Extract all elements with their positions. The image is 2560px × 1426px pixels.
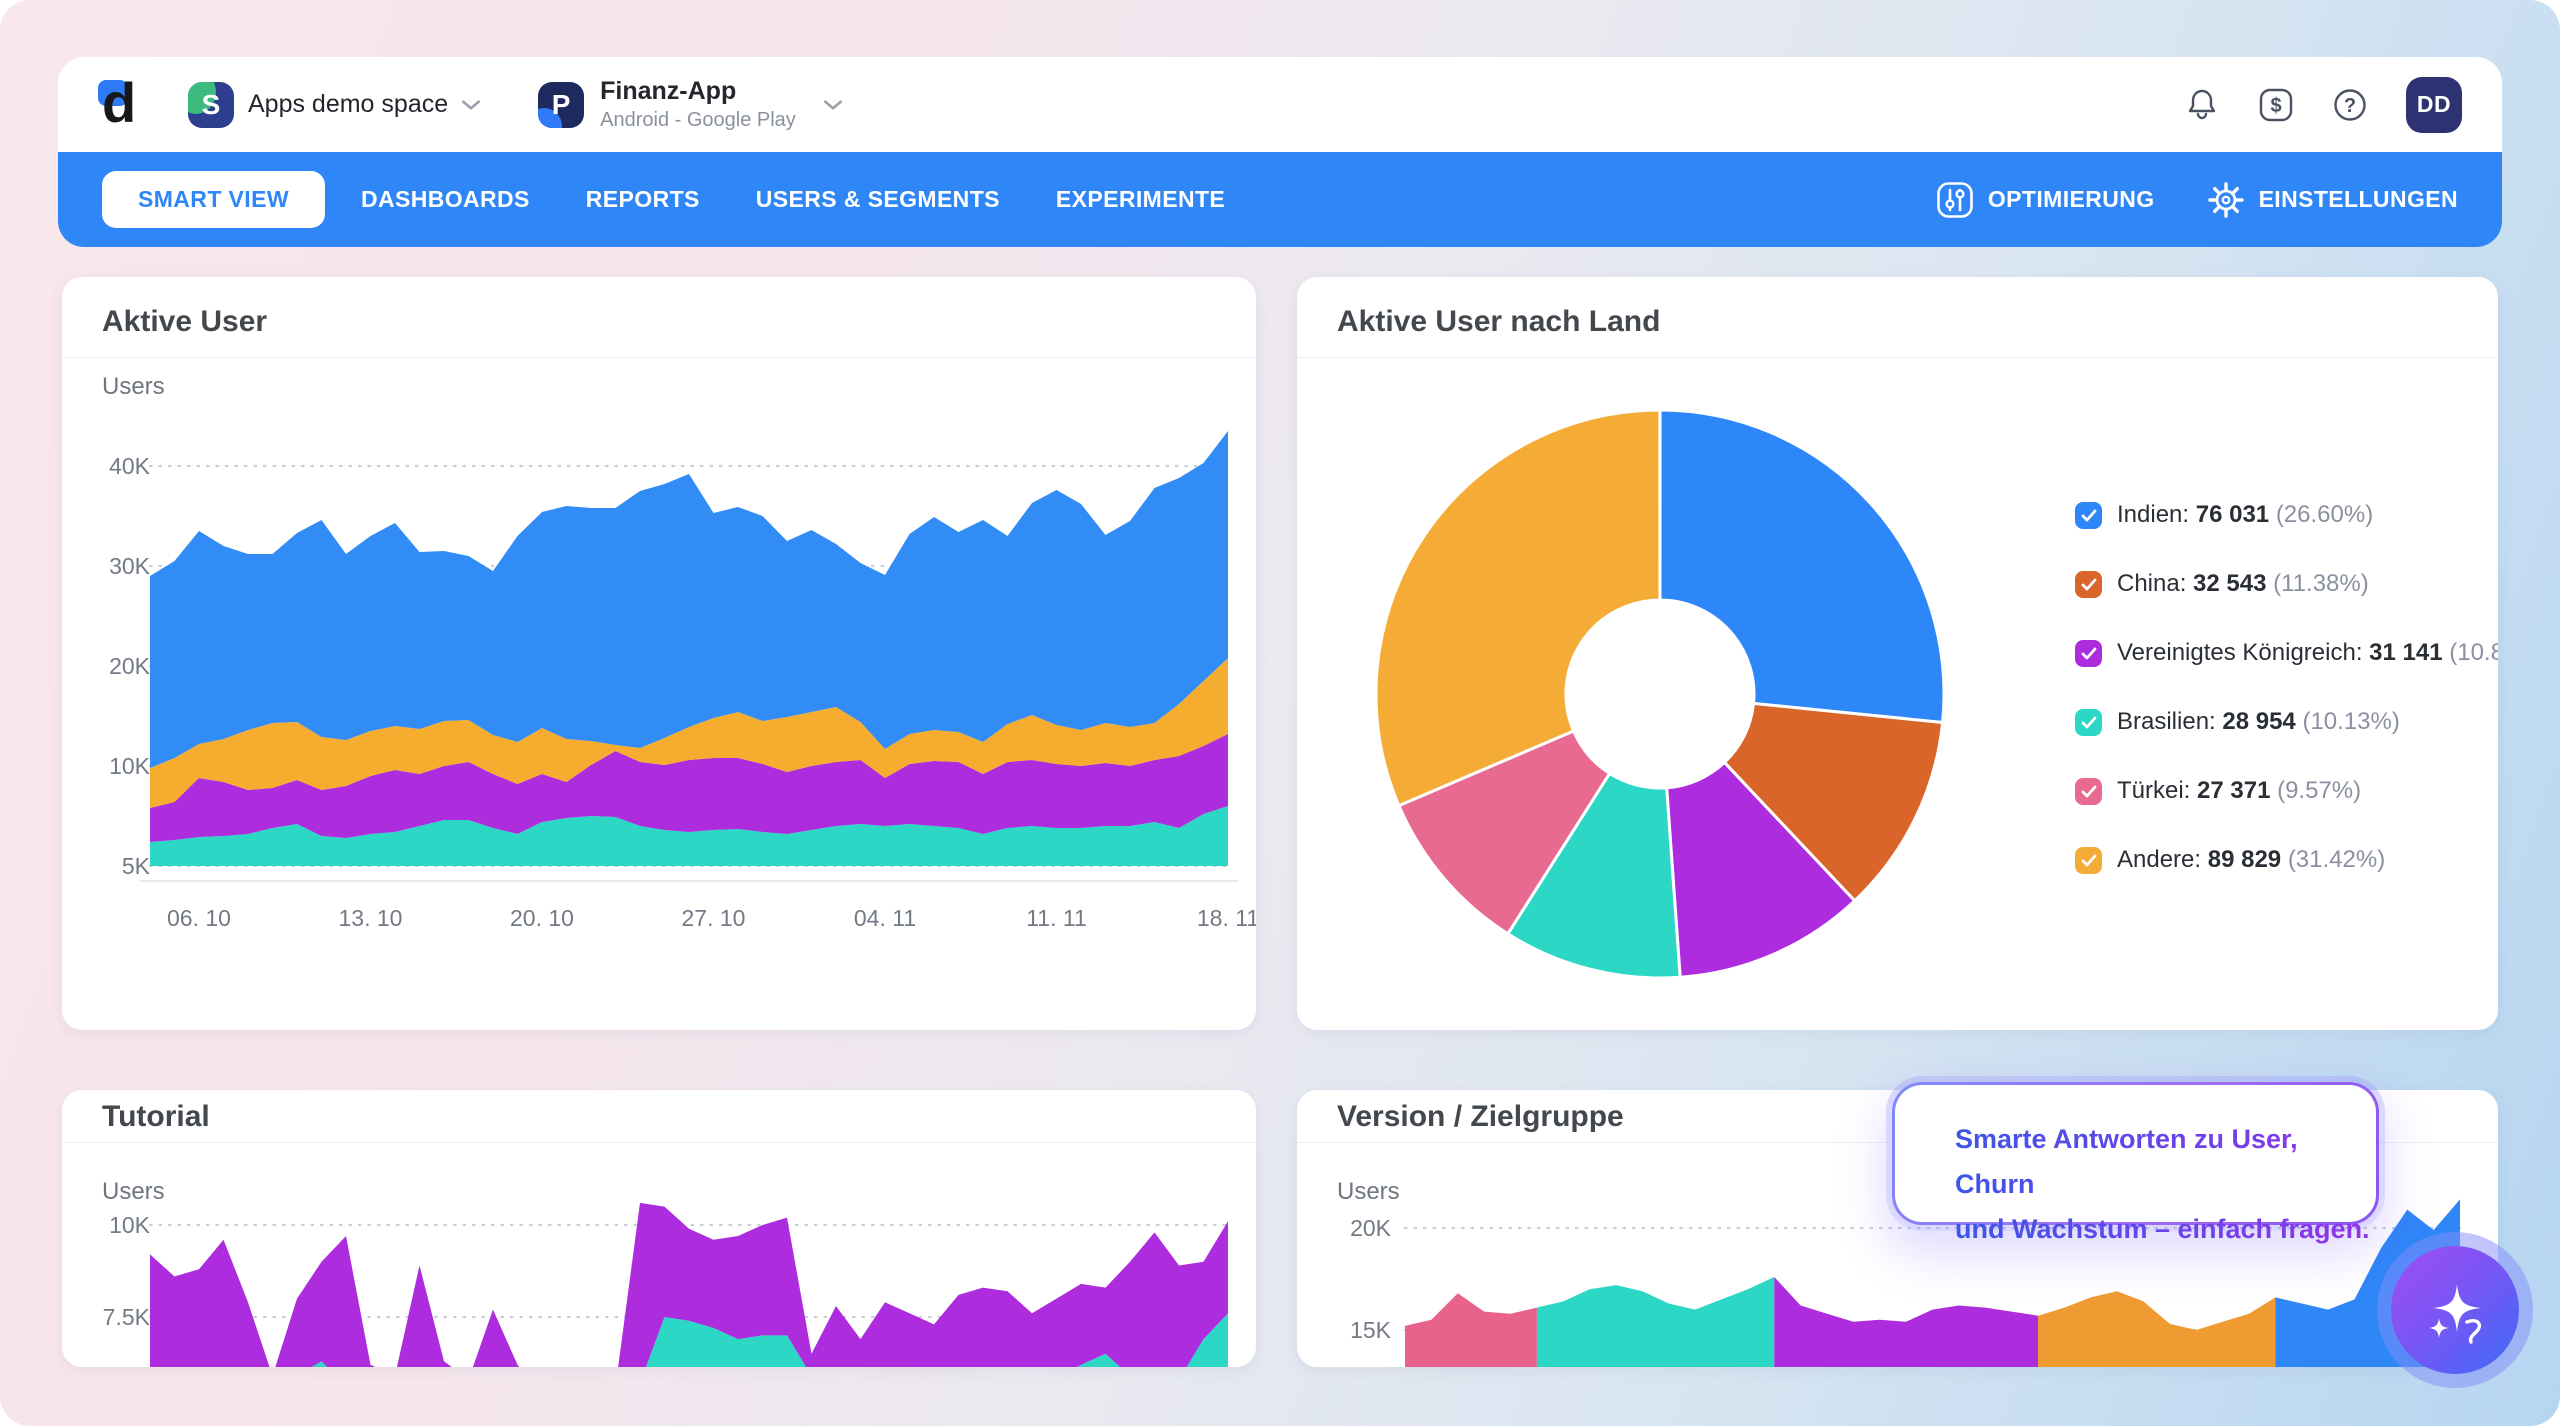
ai-assistant-fab[interactable] xyxy=(2377,1232,2533,1388)
axis-tick-label: 11. 11 xyxy=(1007,905,1107,932)
tab-dashboards[interactable]: DASHBOARDS xyxy=(361,186,530,213)
axis-tick-label: 06. 10 xyxy=(149,905,249,932)
card-tutorial: Tutorial Users 10K7.5K xyxy=(62,1090,1256,1367)
workspace-label: Apps demo space xyxy=(248,90,448,119)
assistant-tooltip: Smarte Antworten zu User, Churn und Wach… xyxy=(1886,1076,2385,1231)
assistant-tooltip-text: Smarte Antworten zu User, Churn und Wach… xyxy=(1955,1117,2376,1252)
donut-legend: Indien: 76 031 (26.60%) China: 32 543 (11… xyxy=(2075,501,2498,874)
card-aktive-user: Aktive User Users 40K30K20K10K5K06. 1013… xyxy=(62,277,1256,1030)
sliders-icon xyxy=(1936,181,1974,219)
card-aktive-user-nach-land: Aktive User nach Land Indien: 76 031 (26… xyxy=(1297,277,2498,1030)
top-bar: d S Apps demo space P Finanz-App Android… xyxy=(58,57,2502,152)
brand-logo-letter: d xyxy=(102,70,136,135)
axis-tick-label: 27. 10 xyxy=(664,905,764,932)
help-button[interactable]: ? xyxy=(2332,87,2368,123)
optimierung-button[interactable]: OPTIMIERUNG xyxy=(1936,181,2155,219)
user-avatar[interactable]: DD xyxy=(2406,77,2462,133)
legend-checkbox[interactable] xyxy=(2075,571,2102,598)
axis-tick-label: 13. 10 xyxy=(321,905,421,932)
axis-tick-label: 18. 11 xyxy=(1178,905,1256,932)
segment-purple[interactable] xyxy=(1774,1277,2038,1367)
axis-tick-label: 10K xyxy=(80,1212,150,1239)
country-legend-item[interactable]: Türkei: 27 371 (9.57%) xyxy=(2075,777,2498,805)
axis-tick-label: 40K xyxy=(80,453,150,480)
question-icon: ? xyxy=(2332,87,2368,123)
app-subtitle: Android - Google Play xyxy=(600,109,796,132)
axis-tick-label: 30K xyxy=(80,553,150,580)
axis-tick-label: 7.5K xyxy=(80,1304,150,1331)
axis-tick-label: 10K xyxy=(80,753,150,780)
axis-tick-label: 20. 10 xyxy=(492,905,592,932)
axis-tick-label: 15K xyxy=(1321,1317,1391,1344)
app-switcher[interactable]: P Finanz-App Android - Google Play xyxy=(482,77,844,132)
einstellungen-button[interactable]: EINSTELLUNGEN xyxy=(2207,181,2458,219)
axis-tick-label: 20K xyxy=(1321,1215,1391,1242)
segment-teal[interactable] xyxy=(1537,1277,1774,1367)
tab-experimente[interactable]: EXPERIMENTE xyxy=(1056,186,1225,213)
country-legend-item[interactable]: Indien: 76 031 (26.60%) xyxy=(2075,501,2498,529)
svg-text:$: $ xyxy=(2270,95,2281,117)
notifications-button[interactable] xyxy=(2184,87,2220,123)
billing-button[interactable]: $ xyxy=(2258,87,2294,123)
chevron-down-icon xyxy=(460,98,482,112)
bell-icon xyxy=(2185,87,2219,123)
tab-users-segments[interactable]: USERS & SEGMENTS xyxy=(756,186,1000,213)
legend-checkbox[interactable] xyxy=(2075,709,2102,736)
legend-checkbox[interactable] xyxy=(2075,502,2102,529)
app-title: Finanz-App xyxy=(600,77,796,106)
axis-tick-label: 04. 11 xyxy=(835,905,935,932)
donut-slice-indien[interactable] xyxy=(1660,410,1944,723)
segment-orange[interactable] xyxy=(2038,1291,2275,1367)
sparkle-icon xyxy=(2417,1272,2493,1348)
workspace-icon: S xyxy=(188,82,234,128)
app-icon: P xyxy=(538,82,584,128)
country-legend-item[interactable]: Vereinigtes Königreich: 31 141 (10.89%) xyxy=(2075,639,2498,667)
country-legend-item[interactable]: Andere: 89 829 (31.42%) xyxy=(2075,846,2498,874)
workspace-switcher[interactable]: S Apps demo space xyxy=(188,82,482,128)
dollar-icon: $ xyxy=(2258,87,2294,123)
chevron-down-icon xyxy=(822,98,844,112)
donut-slice-andere[interactable] xyxy=(1376,410,1660,806)
legend-checkbox[interactable] xyxy=(2075,847,2102,874)
axis-tick-label: 5K xyxy=(80,853,150,880)
legend-checkbox[interactable] xyxy=(2075,778,2102,805)
tutorial-chart[interactable] xyxy=(62,1090,1256,1367)
segment-pink[interactable] xyxy=(1405,1293,1537,1367)
country-legend-item[interactable]: Brasilien: 28 954 (10.13%) xyxy=(2075,708,2498,736)
country-legend-item[interactable]: China: 32 543 (11.38%) xyxy=(2075,570,2498,598)
gear-icon xyxy=(2207,181,2245,219)
svg-text:?: ? xyxy=(2344,95,2356,117)
brand-logo[interactable]: d xyxy=(98,74,150,136)
axis-tick-label: 20K xyxy=(80,653,150,680)
main-nav: SMART VIEW DASHBOARDS REPORTS USERS & SE… xyxy=(58,152,2502,247)
legend-checkbox[interactable] xyxy=(2075,640,2102,667)
app-window: d S Apps demo space P Finanz-App Android… xyxy=(0,0,2560,1426)
tab-smart-view[interactable]: SMART VIEW xyxy=(102,171,325,228)
tab-reports[interactable]: REPORTS xyxy=(586,186,700,213)
